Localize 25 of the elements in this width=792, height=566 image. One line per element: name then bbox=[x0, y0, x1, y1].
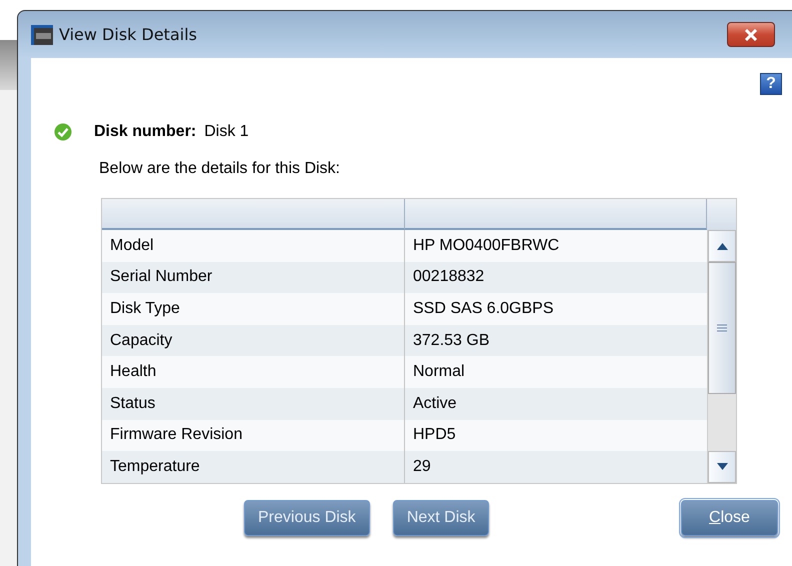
table-cell-text: Normal bbox=[412, 362, 465, 382]
table-cell-text: HP MO0400FBRWC bbox=[412, 236, 560, 256]
scrollbar[interactable] bbox=[707, 230, 736, 483]
up-arrow-icon[interactable] bbox=[716, 242, 728, 250]
close-button[interactable]: Close bbox=[681, 500, 778, 536]
app-icon bbox=[31, 24, 53, 44]
disk-number-label: Disk number: bbox=[94, 123, 196, 141]
table-cell-text: SSD SAS 6.0GBPS bbox=[412, 298, 554, 319]
down-arrow-icon[interactable] bbox=[716, 463, 728, 470]
table-cell-text: 29 bbox=[412, 456, 431, 477]
table-cell-text: HPD5 bbox=[412, 425, 456, 446]
window-title: View Disk Details bbox=[59, 25, 197, 44]
close-icon[interactable] bbox=[727, 22, 775, 47]
nav-button[interactable]: Previous Disk bbox=[244, 500, 370, 536]
check-icon bbox=[54, 123, 72, 141]
nav-button[interactable]: Next Disk bbox=[392, 500, 490, 536]
disk-number-value: Disk 1 bbox=[204, 123, 249, 141]
grip-icon bbox=[717, 324, 727, 332]
table-cell-text: 372.53 GB bbox=[412, 330, 490, 351]
table-cell-text: 00218832 bbox=[412, 267, 484, 288]
scrollbar-thumb[interactable] bbox=[708, 262, 736, 394]
help-button[interactable]: ? bbox=[760, 73, 782, 95]
table-cell: Temperature bbox=[102, 451, 405, 483]
intro-text: Below are the details for this Disk: bbox=[99, 160, 341, 178]
table-cell-text: Active bbox=[412, 394, 457, 414]
